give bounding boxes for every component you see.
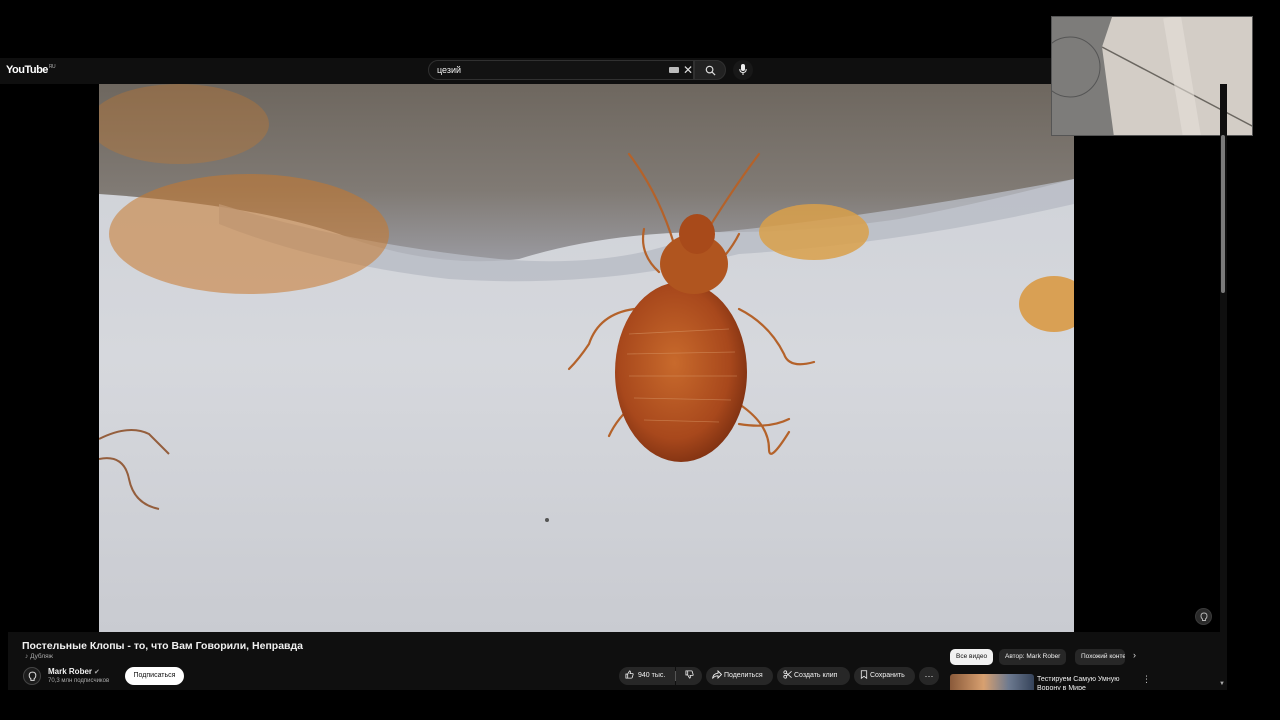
channel-avatar[interactable] xyxy=(23,667,41,685)
channel-name-link[interactable]: Mark Rober ✔ xyxy=(48,667,100,676)
verified-icon: ✔ xyxy=(94,669,100,676)
like-button[interactable]: 940 тыс. xyxy=(619,667,675,685)
chevron-right-icon[interactable]: › xyxy=(1133,650,1136,660)
lightbulb-icon xyxy=(28,671,37,681)
video-title: Постельные Клопы - то, что Вам Говорили,… xyxy=(22,640,303,652)
masthead: YouTubeRU ✕ xyxy=(0,58,1227,84)
mic-icon xyxy=(739,64,747,75)
keyboard-icon[interactable] xyxy=(669,67,679,73)
like-count: 940 тыс. xyxy=(638,672,666,679)
subscribe-button[interactable]: Подписаться xyxy=(125,667,184,685)
share-button[interactable]: Поделиться xyxy=(706,667,773,685)
chip-all-videos[interactable]: Все видео xyxy=(950,649,994,665)
bookmark-icon xyxy=(860,669,868,679)
video-frame-image xyxy=(99,84,1074,632)
search-icon xyxy=(705,65,716,76)
dubbing-text: Дубляж xyxy=(30,653,54,660)
share-label: Поделиться xyxy=(723,672,763,679)
clip-label: Создать клип xyxy=(793,672,838,679)
thumbs-up-icon xyxy=(625,670,634,679)
clear-icon[interactable]: ✕ xyxy=(682,62,694,78)
search-input[interactable] xyxy=(437,63,657,77)
chip-author[interactable]: Автор: Mark Rober xyxy=(999,649,1067,665)
voice-search-button[interactable] xyxy=(733,60,753,80)
subscriber-count: 70,3 млн подписчиков xyxy=(48,678,110,684)
lightbulb-icon xyxy=(1200,612,1208,621)
player-side-area xyxy=(1074,84,1220,632)
logo-region: RU xyxy=(48,64,56,70)
dubbing-icon: ♪ xyxy=(25,653,29,660)
create-clip-button[interactable]: Создать клип xyxy=(777,667,850,685)
more-actions-button[interactable]: ··· xyxy=(919,667,939,685)
logo-text: YouTube xyxy=(6,64,48,76)
recommendation-menu-icon[interactable]: ⋮ xyxy=(1142,674,1151,685)
recommendation-thumbnail[interactable] xyxy=(950,674,1034,690)
scissors-icon xyxy=(783,670,792,679)
chip-similar[interactable]: Похожий контент xyxy=(1075,649,1125,665)
thumbs-down-icon xyxy=(684,670,694,679)
share-icon xyxy=(712,669,722,679)
channel-watermark-button[interactable] xyxy=(1195,608,1212,625)
youtube-logo[interactable]: YouTubeRU xyxy=(6,64,56,76)
dubbing-label: ♪ Дубляж xyxy=(25,653,53,660)
scrollbar-thumb[interactable] xyxy=(1221,135,1225,293)
video-player[interactable] xyxy=(99,84,1074,632)
recommendation-title[interactable]: Тестируем Самую Умную Ворону в Мире xyxy=(1037,675,1133,690)
channel-name: Mark Rober xyxy=(48,667,93,676)
search-button[interactable] xyxy=(694,60,726,80)
dislike-button[interactable] xyxy=(676,667,702,685)
save-button[interactable]: Сохранить xyxy=(854,667,915,685)
search-box[interactable]: ✕ xyxy=(428,60,694,80)
more-icon: ··· xyxy=(924,671,934,681)
save-label: Сохранить xyxy=(869,672,905,679)
